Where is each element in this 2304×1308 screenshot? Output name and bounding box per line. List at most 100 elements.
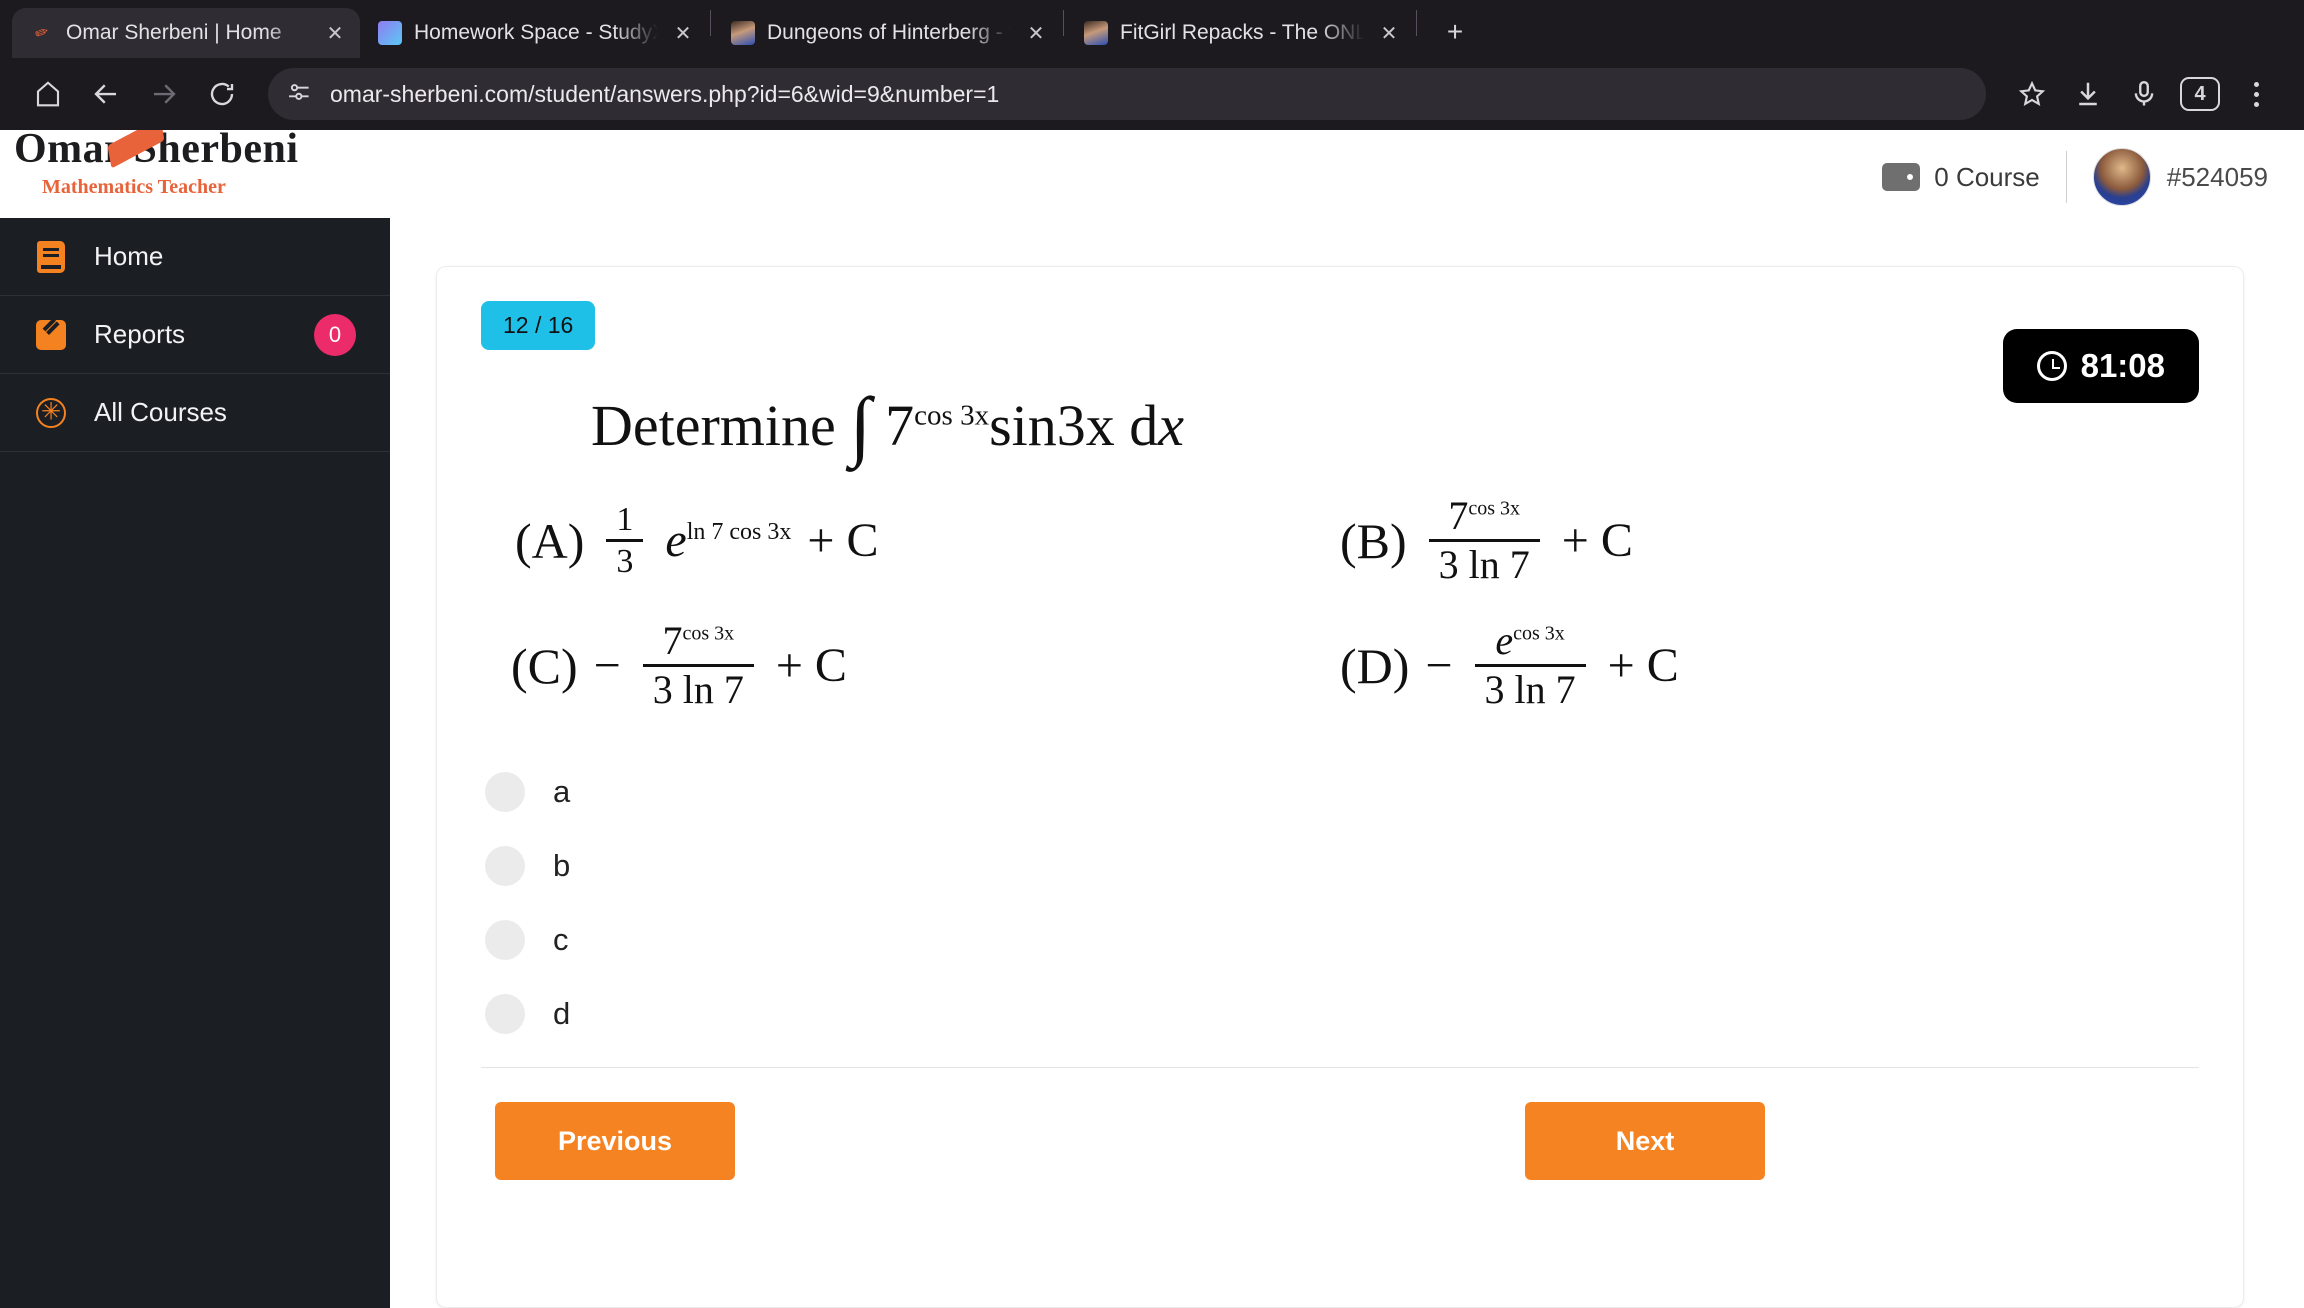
reload-icon[interactable] [196, 68, 248, 120]
option-b-numerator: 7cos 3x [1448, 493, 1521, 538]
option-c: (C) − 7cos 3x 3 ln 7 + C [481, 618, 1340, 713]
reports-badge: 0 [314, 313, 356, 356]
option-d-label: (D) [1340, 637, 1410, 694]
quiz-timer: 81:08 [2002, 329, 2199, 403]
browser-toolbar: omar-sherbeni.com/student/answers.php?id… [0, 58, 2304, 130]
book-icon [34, 240, 68, 274]
answer-options: (A) 1 3 eln 7 cos 3x + C (B) 7cos 3x 3 l… [481, 493, 2199, 713]
site-settings-icon[interactable] [288, 79, 314, 110]
back-arrow-icon[interactable] [80, 68, 132, 120]
question-prefix: Determine [591, 393, 836, 458]
sidebar-item-home[interactable]: Home [0, 218, 390, 296]
wallet-icon [1882, 163, 1921, 191]
course-count-label: 0 Course [1934, 161, 2040, 192]
microphone-icon[interactable] [2118, 68, 2170, 120]
answer-choices: a b c d [481, 755, 2199, 1051]
forward-arrow-icon [138, 68, 190, 120]
sidebar-item-label: Reports [94, 319, 186, 349]
option-d-suffix: + C [1607, 639, 1679, 692]
star-icon[interactable] [2006, 68, 2058, 120]
radio-d[interactable] [485, 994, 525, 1034]
brand-subtitle: Mathematics Teacher [42, 175, 226, 198]
option-c-fraction: 7cos 3x 3 ln 7 [642, 618, 754, 713]
close-tab-icon[interactable]: ✕ [670, 20, 696, 46]
browser-tab-0[interactable]: ✏ Omar Sherbeni | Home ✕ [12, 8, 360, 58]
close-tab-icon[interactable]: ✕ [322, 20, 348, 46]
download-icon[interactable] [2062, 68, 2114, 120]
option-c-sign: − [593, 639, 621, 692]
option-b-fraction: 7cos 3x 3 ln 7 [1428, 493, 1540, 588]
previous-button[interactable]: Previous [495, 1102, 735, 1180]
next-button[interactable]: Next [1525, 1102, 1765, 1180]
radio-b[interactable] [485, 846, 525, 886]
user-chip[interactable]: #524059 [2067, 148, 2268, 206]
profile-count-label: 4 [2180, 77, 2220, 111]
url-text: omar-sherbeni.com/student/answers.php?id… [330, 80, 1000, 107]
option-b: (B) 7cos 3x 3 ln 7 + C [1340, 493, 2199, 588]
clock-icon [2036, 351, 2067, 381]
browser-window: ✏ Omar Sherbeni | Home ✕ Homework Space … [0, 0, 2304, 1308]
tab-title: Homework Space - StudyX [414, 21, 658, 44]
browser-tab-3[interactable]: FitGirl Repacks - The ONLY ✕ [1066, 8, 1414, 58]
address-bar[interactable]: omar-sherbeni.com/student/answers.php?id… [268, 68, 1986, 120]
option-a-suffix: + C [807, 514, 879, 567]
user-id-label: #524059 [2166, 161, 2268, 192]
profile-tab-count-button[interactable]: 4 [2174, 68, 2226, 120]
new-tab-button[interactable]: + [1433, 10, 1477, 54]
header-right: 0 Course #524059 [1882, 148, 2268, 206]
course-count-chip[interactable]: 0 Course [1882, 162, 2066, 193]
tab-title: Dungeons of Hinterberg - v [767, 21, 1011, 44]
page-body: Home Reports 0 All Courses 12 / 16 [0, 218, 2304, 1308]
page-viewport: Omar Sherbeni Mathematics Teacher 0 Cour… [0, 130, 2304, 1308]
close-tab-icon[interactable]: ✕ [1023, 20, 1049, 46]
sidebar-item-label: Home [94, 241, 164, 271]
option-a-coefficient: 1 3 [606, 500, 644, 581]
choice-b[interactable]: b [481, 829, 2199, 903]
home-icon[interactable] [22, 68, 74, 120]
studyx-favicon-icon [378, 21, 402, 45]
photo-favicon-icon [731, 21, 755, 45]
tab-separator [710, 10, 711, 36]
site-header: Omar Sherbeni Mathematics Teacher 0 Cour… [0, 130, 2304, 218]
radio-a[interactable] [485, 772, 525, 812]
choice-b-label: b [553, 848, 571, 883]
browser-chrome: ✏ Omar Sherbeni | Home ✕ Homework Space … [0, 0, 2304, 130]
choice-a-label: a [553, 774, 571, 809]
tab-separator [1416, 10, 1417, 36]
option-d-sign: − [1425, 639, 1453, 692]
choice-d[interactable]: d [481, 977, 2199, 1051]
question-expression: 7cos 3xsin3x dx [885, 393, 1185, 458]
pencil-favicon-icon: ✏ [32, 23, 52, 44]
choice-c-label: c [553, 922, 569, 957]
sidebar-item-reports[interactable]: Reports 0 [0, 296, 390, 374]
question-card: 12 / 16 81:08 Determine ∫ 7cos 3xsin3x d… [436, 266, 2244, 1308]
browser-tab-2[interactable]: Dungeons of Hinterberg - v ✕ [713, 8, 1061, 58]
option-a-label: (A) [515, 512, 585, 569]
option-a: (A) 1 3 eln 7 cos 3x + C [481, 493, 1340, 588]
question-progress-badge: 12 / 16 [481, 301, 596, 350]
choice-d-label: d [553, 996, 571, 1031]
option-d-numerator: ecos 3x [1495, 618, 1565, 663]
option-d: (D) − ecos 3x 3 ln 7 + C [1340, 618, 2199, 713]
option-a-expression: eln 7 cos 3x [665, 514, 792, 567]
tab-strip: ✏ Omar Sherbeni | Home ✕ Homework Space … [0, 0, 2304, 58]
kebab-menu-icon[interactable] [2230, 68, 2282, 120]
avatar[interactable] [2092, 148, 2151, 206]
timer-value: 81:08 [2080, 347, 2165, 384]
browser-tab-1[interactable]: Homework Space - StudyX ✕ [360, 8, 708, 58]
question-text: Determine ∫ 7cos 3xsin3x dx [591, 386, 2199, 464]
tab-title: FitGirl Repacks - The ONLY [1120, 21, 1364, 44]
option-d-denominator: 3 ln 7 [1474, 664, 1586, 713]
tab-separator [1063, 10, 1064, 36]
option-c-suffix: + C [775, 639, 847, 692]
option-b-label: (B) [1340, 512, 1407, 569]
sidebar-item-all-courses[interactable]: All Courses [0, 374, 390, 452]
close-tab-icon[interactable]: ✕ [1376, 20, 1402, 46]
main-content: 12 / 16 81:08 Determine ∫ 7cos 3xsin3x d… [390, 218, 2304, 1308]
choice-a[interactable]: a [481, 755, 2199, 829]
radio-c[interactable] [485, 920, 525, 960]
site-logo[interactable]: Omar Sherbeni Mathematics Teacher [14, 130, 299, 199]
choice-c[interactable]: c [481, 903, 2199, 977]
option-b-suffix: + C [1561, 514, 1633, 567]
option-b-denominator: 3 ln 7 [1428, 539, 1540, 588]
